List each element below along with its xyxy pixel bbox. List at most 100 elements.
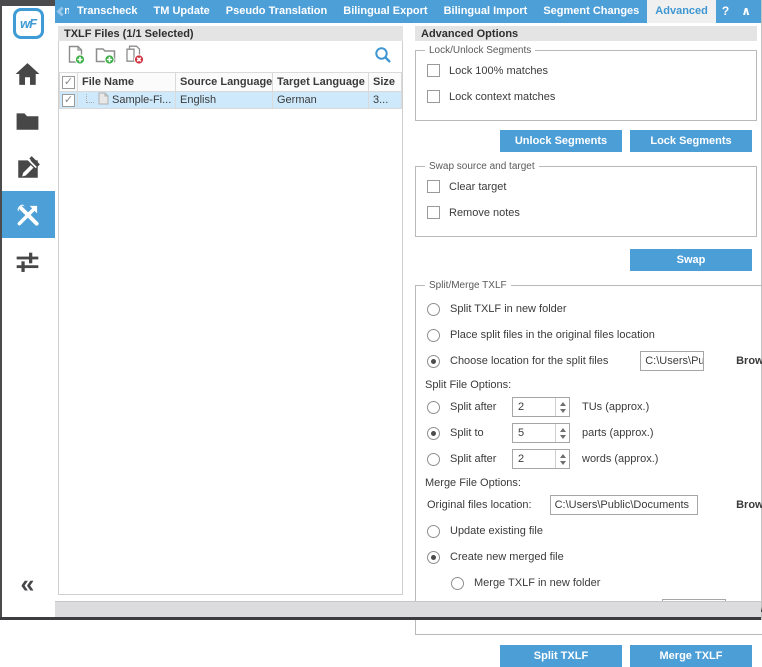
lock-context-row: Lock context matches	[427, 90, 748, 103]
split-to-parts-label: Split to	[450, 427, 502, 439]
lock-context-checkbox[interactable]	[427, 90, 440, 103]
lock-unlock-legend: Lock/Unlock Segments	[425, 45, 535, 56]
split-to-parts-radio[interactable]	[427, 427, 440, 440]
arrow-down-icon[interactable]	[560, 461, 566, 465]
stepper-arrows[interactable]	[555, 450, 569, 468]
merge-new-folder-radio[interactable]	[451, 577, 464, 590]
arrow-up-icon[interactable]	[560, 428, 566, 432]
lock-100-row: Lock 100% matches	[427, 64, 748, 77]
search-button[interactable]	[372, 46, 394, 68]
stepper-value: 5	[513, 424, 555, 442]
sidebar-nav	[0, 50, 55, 285]
sidebar-item-preferences[interactable]	[0, 238, 55, 285]
create-new-merged-file-radio[interactable]	[427, 551, 440, 564]
add-folder-icon	[95, 45, 116, 68]
update-existing-file-radio[interactable]	[427, 525, 440, 538]
tab-scroll-left-button[interactable]	[55, 0, 65, 23]
files-table-header-row: ✓ File Name Source Language Target Langu…	[60, 73, 402, 92]
sidebar-item-projects[interactable]	[0, 97, 55, 144]
source-language-cell: English	[176, 92, 273, 109]
merge-new-folder-label: Merge TXLF in new folder	[474, 577, 600, 589]
remove-file-button[interactable]	[123, 46, 145, 68]
remove-notes-checkbox[interactable]	[427, 206, 440, 219]
split-original-location-row: Place split files in the original files …	[427, 325, 762, 345]
split-choose-location-radio[interactable]	[427, 355, 440, 368]
row-checkbox[interactable]: ✓	[62, 94, 75, 107]
select-all-checkbox[interactable]: ✓	[62, 76, 75, 89]
stepper-arrows[interactable]	[555, 424, 569, 442]
tab-transcheck[interactable]: Transcheck	[69, 0, 146, 23]
split-location-input[interactable]: C:\Users\Pul	[640, 351, 704, 371]
lock-100-label: Lock 100% matches	[449, 65, 548, 77]
tools-icon	[14, 201, 42, 229]
size-cell: 3...	[369, 92, 402, 109]
txlf-files-panel: TXLF Files (1/1 Selected)	[58, 26, 403, 595]
search-icon	[374, 46, 392, 67]
sliders-icon	[14, 249, 41, 275]
lock-100-checkbox[interactable]	[427, 64, 440, 77]
table-row[interactable]: ✓ Sample-Fi...	[60, 92, 402, 109]
remove-notes-label: Remove notes	[449, 207, 520, 219]
files-table: ✓ File Name Source Language Target Langu…	[59, 72, 402, 109]
arrow-up-icon[interactable]	[560, 454, 566, 458]
tab-advanced[interactable]: Advanced	[647, 0, 716, 23]
split-merge-buttons: Split TXLF Merge TXLF	[415, 645, 757, 667]
file-name-cell: Sample-Fi...	[78, 92, 176, 109]
split-to-parts-suffix: parts (approx.)	[582, 427, 654, 439]
split-after-words-stepper[interactable]: 2	[512, 449, 570, 469]
arrow-down-icon[interactable]	[560, 435, 566, 439]
update-existing-file-row: Update existing file	[427, 521, 762, 541]
split-after-tus-stepper[interactable]: 2	[512, 397, 570, 417]
close-button[interactable]: X	[757, 0, 762, 23]
swap-button[interactable]: Swap	[630, 249, 752, 271]
sidebar-item-editor[interactable]	[0, 144, 55, 191]
column-header-source-language[interactable]: Source Language	[176, 73, 273, 92]
home-icon	[14, 61, 41, 87]
create-new-merged-file-row: Create new merged file	[427, 547, 762, 567]
add-folder-button[interactable]	[94, 46, 116, 68]
split-to-parts-row: Split to 5 parts (approx.)	[427, 423, 762, 443]
column-header-target-language[interactable]: Target Language	[273, 73, 369, 92]
merge-new-folder-row: Merge TXLF in new folder	[451, 573, 762, 593]
sidebar: wF	[0, 0, 55, 617]
column-header-size[interactable]: Size	[369, 73, 402, 92]
original-files-browse-button[interactable]: Browse...	[736, 499, 762, 511]
wordfast-logo[interactable]: wF	[9, 4, 47, 42]
split-after-words-radio[interactable]	[427, 453, 440, 466]
tab-bilingual-import[interactable]: Bilingual Import	[436, 0, 536, 23]
split-after-tus-radio[interactable]	[427, 401, 440, 414]
add-file-button[interactable]	[65, 46, 87, 68]
app-window: Uniques Transcheck TM Update Pseudo Tran…	[0, 0, 762, 620]
tab-pseudo-translation[interactable]: Pseudo Translation	[218, 0, 335, 23]
stepper-arrows[interactable]	[555, 398, 569, 416]
split-original-location-label: Place split files in the original files …	[450, 329, 655, 341]
arrow-down-icon[interactable]	[560, 409, 566, 413]
clear-target-checkbox[interactable]	[427, 180, 440, 193]
merge-txlf-button[interactable]: Merge TXLF	[630, 645, 752, 667]
lock-unlock-buttons: Unlock Segments Lock Segments	[415, 130, 757, 152]
sidebar-item-home[interactable]	[0, 50, 55, 97]
files-panel-title: TXLF Files (1/1 Selected)	[58, 26, 403, 41]
arrow-up-icon[interactable]	[560, 402, 566, 406]
original-files-location-input[interactable]: C:\Users\Public\Documents	[550, 495, 698, 515]
split-txlf-button[interactable]: Split TXLF	[500, 645, 622, 667]
stepper-value: 2	[513, 450, 555, 468]
help-button[interactable]: ?	[716, 0, 735, 23]
files-toolbar	[59, 41, 402, 72]
sidebar-collapse-button[interactable]: «	[0, 573, 55, 595]
unlock-segments-button[interactable]: Unlock Segments	[500, 130, 622, 152]
tab-segment-changes[interactable]: Segment Changes	[535, 0, 647, 23]
split-to-parts-stepper[interactable]: 5	[512, 423, 570, 443]
sidebar-item-tools[interactable]	[0, 191, 55, 238]
column-header-file-name[interactable]: File Name	[78, 73, 176, 92]
clear-target-label: Clear target	[449, 181, 506, 193]
tab-tm-update[interactable]: TM Update	[146, 0, 218, 23]
collapse-panel-button[interactable]: ∧	[735, 0, 757, 23]
split-location-browse-button[interactable]: Browse...	[736, 355, 762, 367]
tab-bilingual-export[interactable]: Bilingual Export	[335, 0, 435, 23]
split-original-location-radio[interactable]	[427, 329, 440, 342]
split-after-words-row: Split after 2 words (approx.)	[427, 449, 762, 469]
tree-elbow-icon	[86, 94, 94, 103]
lock-segments-button[interactable]: Lock Segments	[630, 130, 752, 152]
split-new-folder-radio[interactable]	[427, 303, 440, 316]
